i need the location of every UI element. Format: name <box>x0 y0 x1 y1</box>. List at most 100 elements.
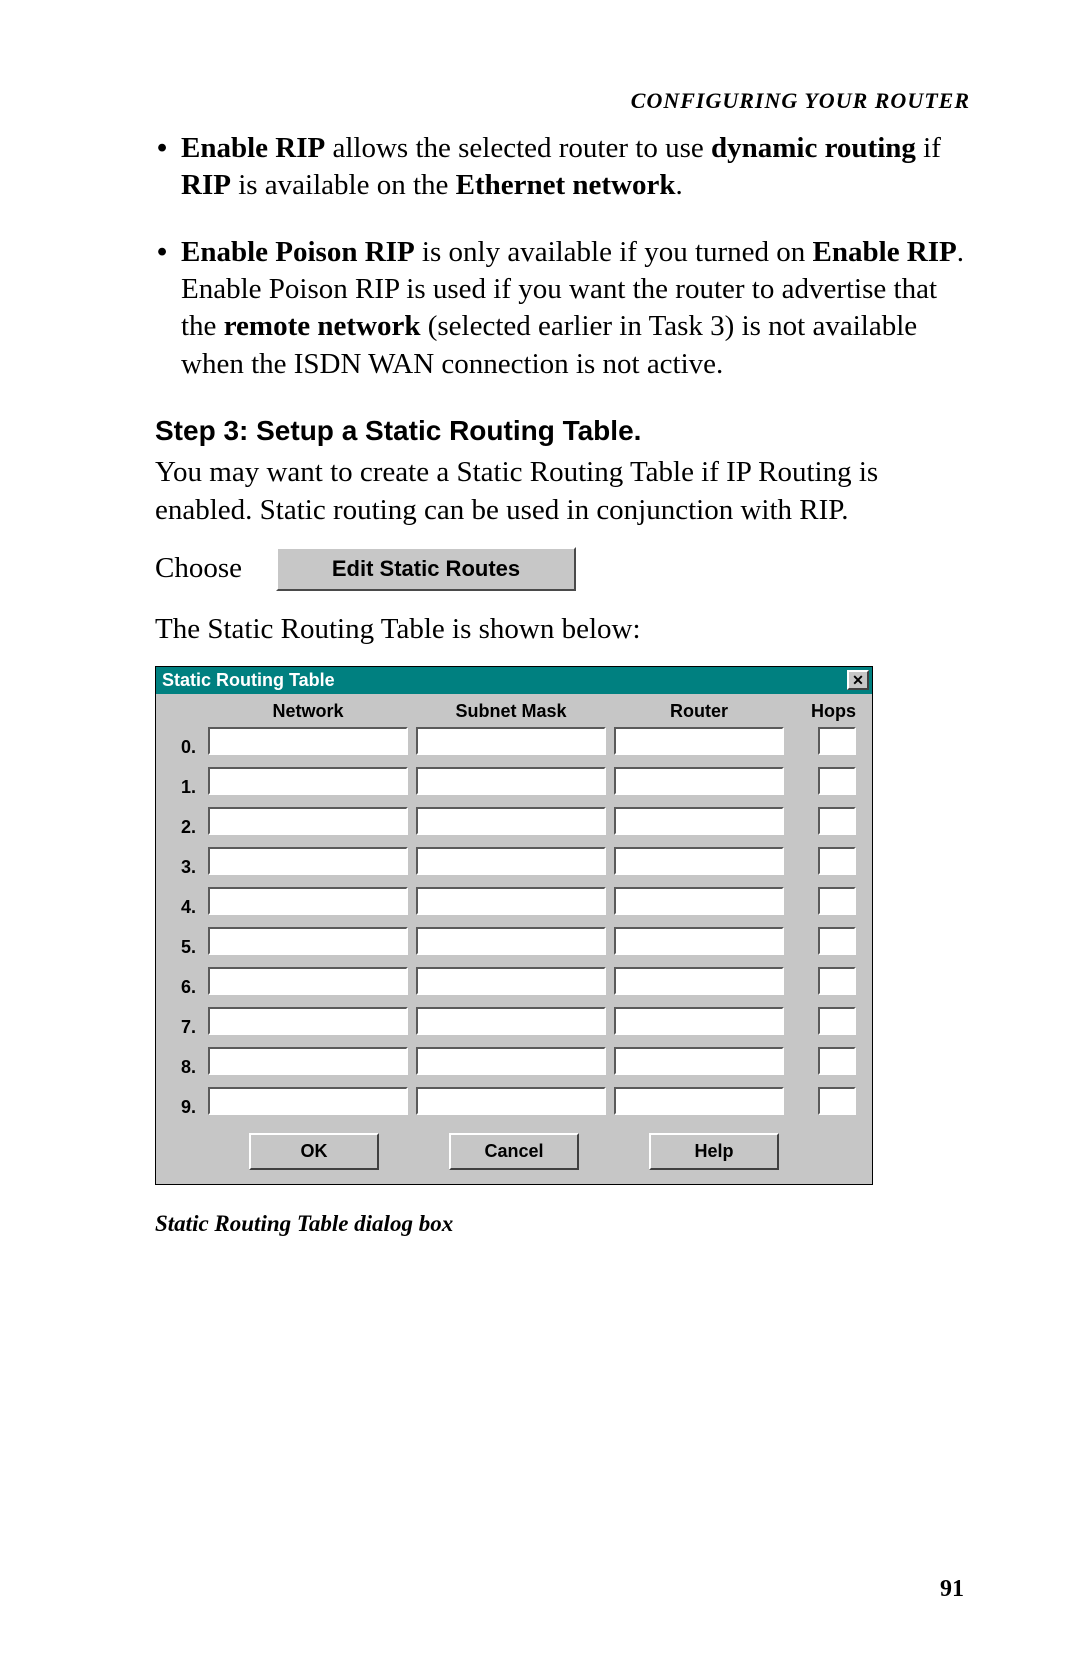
table-header-row: Network Subnet Mask Router Hops <box>166 700 862 727</box>
bullet-item-2: • Enable Poison RIP is only available if… <box>181 234 970 382</box>
hops-input[interactable] <box>818 847 856 875</box>
network-input[interactable] <box>208 887 408 915</box>
router-input[interactable] <box>614 847 784 875</box>
hops-input[interactable] <box>818 1007 856 1035</box>
text: . <box>676 169 683 201</box>
header-hops: Hops <box>792 700 856 727</box>
network-input[interactable] <box>208 847 408 875</box>
hops-input[interactable] <box>818 767 856 795</box>
dialog-title: Static Routing Table <box>162 669 335 692</box>
table-row: 1. <box>166 767 862 807</box>
table-row: 3. <box>166 847 862 887</box>
row-label: 4. <box>166 896 200 919</box>
routing-table: Network Subnet Mask Router Hops 0. 1. <box>166 700 862 1127</box>
help-button[interactable]: Help <box>649 1133 779 1170</box>
hops-input[interactable] <box>818 927 856 955</box>
router-input[interactable] <box>614 927 784 955</box>
network-input[interactable] <box>208 1087 408 1115</box>
cancel-button[interactable]: Cancel <box>449 1133 579 1170</box>
hops-input[interactable] <box>818 727 856 755</box>
row-label: 9. <box>166 1096 200 1119</box>
bold-text: dynamic routing <box>711 132 916 164</box>
bold-text: remote network <box>224 310 421 342</box>
text: is only available if you turned on <box>415 236 813 268</box>
subnet-input[interactable] <box>416 847 606 875</box>
bold-text: Enable RIP <box>813 236 957 268</box>
subnet-input[interactable] <box>416 967 606 995</box>
hops-input[interactable] <box>818 967 856 995</box>
close-icon[interactable]: ✕ <box>847 670 869 690</box>
text: allows the selected router to use <box>325 132 711 164</box>
dialog-button-row: OK Cancel Help <box>166 1133 862 1170</box>
header-router: Router <box>614 700 784 727</box>
subnet-input[interactable] <box>416 767 606 795</box>
row-label: 3. <box>166 856 200 879</box>
subnet-input[interactable] <box>416 887 606 915</box>
text: if <box>916 132 941 164</box>
bold-text: Ethernet network <box>456 169 676 201</box>
step-heading: Step 3: Setup a Static Routing Table. <box>155 413 970 449</box>
table-row: 2. <box>166 807 862 847</box>
network-input[interactable] <box>208 1007 408 1035</box>
table-row: 7. <box>166 1007 862 1047</box>
bold-text: Enable Poison RIP <box>181 236 415 268</box>
step-paragraph-1: You may want to create a Static Routing … <box>155 454 970 528</box>
subnet-input[interactable] <box>416 1087 606 1115</box>
router-input[interactable] <box>614 887 784 915</box>
router-input[interactable] <box>614 1087 784 1115</box>
step-paragraph-2: The Static Routing Table is shown below: <box>155 611 970 648</box>
network-input[interactable] <box>208 807 408 835</box>
row-label: 5. <box>166 936 200 959</box>
dialog-body: Network Subnet Mask Router Hops 0. 1. <box>156 694 872 1184</box>
subnet-input[interactable] <box>416 727 606 755</box>
router-input[interactable] <box>614 1007 784 1035</box>
choose-label: Choose <box>155 550 242 587</box>
network-input[interactable] <box>208 967 408 995</box>
dialog-titlebar: Static Routing Table ✕ <box>156 667 872 694</box>
header-network: Network <box>208 700 408 727</box>
router-input[interactable] <box>614 727 784 755</box>
static-routing-dialog: Static Routing Table ✕ Network Subnet Ma… <box>155 666 873 1185</box>
network-input[interactable] <box>208 767 408 795</box>
bold-text: RIP <box>181 169 231 201</box>
table-row: 4. <box>166 887 862 927</box>
bullet-dot-icon: • <box>157 234 167 271</box>
running-header: CONFIGURING YOUR ROUTER <box>155 88 970 114</box>
hops-input[interactable] <box>818 1087 856 1115</box>
table-row: 0. <box>166 727 862 767</box>
row-label: 2. <box>166 816 200 839</box>
edit-static-routes-button[interactable]: Edit Static Routes <box>276 547 576 591</box>
row-label: 0. <box>166 736 200 759</box>
table-row: 9. <box>166 1087 862 1127</box>
row-label: 7. <box>166 1016 200 1039</box>
router-input[interactable] <box>614 767 784 795</box>
router-input[interactable] <box>614 967 784 995</box>
network-input[interactable] <box>208 927 408 955</box>
bullet-dot-icon: • <box>157 130 167 167</box>
figure-caption: Static Routing Table dialog box <box>155 1209 970 1238</box>
bullet-item-1: • Enable RIP allows the selected router … <box>181 130 970 204</box>
table-row: 5. <box>166 927 862 967</box>
subnet-input[interactable] <box>416 1007 606 1035</box>
subnet-input[interactable] <box>416 807 606 835</box>
bullet-list: • Enable RIP allows the selected router … <box>155 130 970 383</box>
network-input[interactable] <box>208 727 408 755</box>
hops-input[interactable] <box>818 887 856 915</box>
bold-text: Enable RIP <box>181 132 325 164</box>
row-label: 1. <box>166 776 200 799</box>
table-row: 6. <box>166 967 862 1007</box>
header-subnet: Subnet Mask <box>416 700 606 727</box>
table-row: 8. <box>166 1047 862 1087</box>
page-number: 91 <box>940 1576 964 1603</box>
header-empty <box>166 712 200 716</box>
subnet-input[interactable] <box>416 1047 606 1075</box>
router-input[interactable] <box>614 807 784 835</box>
ok-button[interactable]: OK <box>249 1133 379 1170</box>
hops-input[interactable] <box>818 1047 856 1075</box>
subnet-input[interactable] <box>416 927 606 955</box>
network-input[interactable] <box>208 1047 408 1075</box>
router-input[interactable] <box>614 1047 784 1075</box>
hops-input[interactable] <box>818 807 856 835</box>
choose-row: Choose Edit Static Routes <box>155 547 970 591</box>
text: is available on the <box>231 169 456 201</box>
